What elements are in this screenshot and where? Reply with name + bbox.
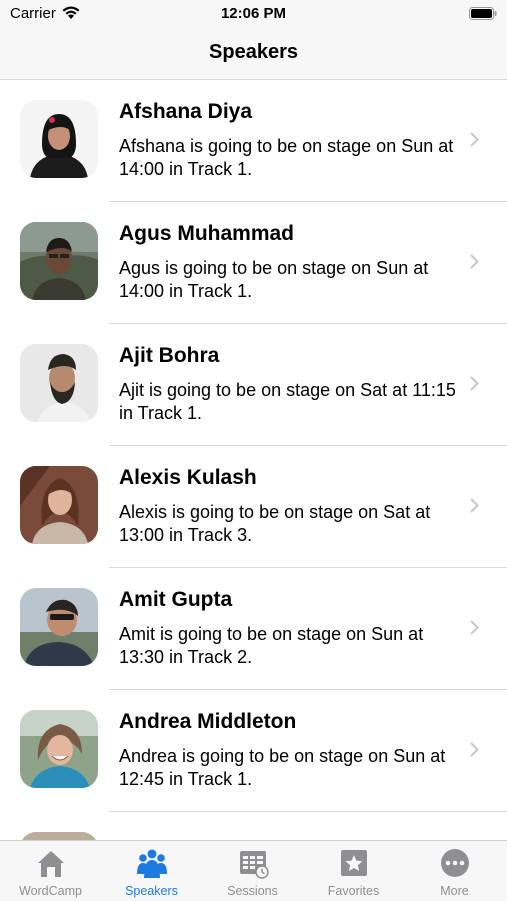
chevron-right-icon bbox=[470, 132, 479, 147]
speaker-avatar bbox=[20, 832, 98, 840]
speaker-name: Afshana Diya bbox=[119, 100, 253, 123]
speaker-row[interactable]: Andrea Middleton Andrea is going to be o… bbox=[0, 690, 507, 812]
status-bar: Carrier 12:06 PM bbox=[0, 0, 507, 28]
speaker-name: Amit Gupta bbox=[119, 588, 233, 611]
speaker-row[interactable]: Ajit Bohra Ajit is going to be on stage … bbox=[0, 324, 507, 446]
tab-label: WordCamp bbox=[19, 884, 82, 898]
tab-label: More bbox=[440, 884, 469, 898]
star-icon bbox=[341, 850, 367, 876]
chevron-right-icon bbox=[470, 254, 479, 269]
tab-wordcamp[interactable]: WordCamp bbox=[0, 841, 101, 901]
chevron-right-icon bbox=[470, 620, 479, 635]
tab-more[interactable]: More bbox=[404, 841, 505, 901]
speaker-detail: Andrea is going to be on stage on Sun at… bbox=[119, 746, 446, 789]
tab-label: Speakers bbox=[125, 884, 178, 898]
speaker-avatar bbox=[20, 100, 98, 178]
chevron-right-icon bbox=[470, 742, 479, 757]
speaker-avatar bbox=[20, 222, 98, 300]
people-icon bbox=[137, 849, 167, 878]
tab-speakers[interactable]: Speakers bbox=[101, 841, 202, 901]
speaker-row[interactable]: Amit Gupta Amit is going to be on stage … bbox=[0, 568, 507, 690]
speaker-name: Andrea Middleton bbox=[119, 710, 297, 733]
speaker-name: Agus Muhammad bbox=[119, 222, 295, 245]
speaker-detail: Alexis is going to be on stage on Sat at… bbox=[119, 502, 431, 545]
chevron-right-icon bbox=[470, 376, 479, 391]
speaker-detail: Ajit is going to be on stage on Sat at 1… bbox=[119, 380, 456, 423]
tab-favorites[interactable]: Favorites bbox=[303, 841, 404, 901]
tab-label: Favorites bbox=[327, 884, 380, 898]
page-title: Speakers bbox=[209, 41, 298, 63]
speaker-list[interactable]: Afshana Diya Afshana is going to be on s… bbox=[0, 80, 507, 840]
speaker-row[interactable]: Agus Muhammad Agus is going to be on sta… bbox=[0, 202, 507, 324]
tab-bar: WordCamp Speakers Sessions Favorites Mor… bbox=[0, 840, 507, 901]
chevron-right-icon bbox=[470, 498, 479, 513]
tab-sessions[interactable]: Sessions bbox=[202, 841, 303, 901]
speaker-avatar bbox=[20, 344, 98, 422]
speaker-detail: Afshana is going to be on stage on Sun a… bbox=[119, 136, 454, 179]
speaker-row[interactable] bbox=[0, 812, 507, 840]
navigation-bar: Speakers bbox=[0, 28, 507, 80]
speaker-avatar bbox=[20, 588, 98, 666]
speaker-avatar bbox=[20, 466, 98, 544]
speaker-avatar bbox=[20, 710, 98, 788]
speaker-row[interactable]: Alexis Kulash Alexis is going to be on s… bbox=[0, 446, 507, 568]
calendar-icon bbox=[240, 851, 269, 879]
speaker-name: Ajit Bohra bbox=[119, 344, 220, 367]
speaker-row[interactable]: Afshana Diya Afshana is going to be on s… bbox=[0, 80, 507, 202]
more-icon bbox=[441, 849, 469, 877]
battery-icon bbox=[469, 7, 497, 20]
home-icon bbox=[38, 851, 64, 877]
speaker-name: Alexis Kulash bbox=[119, 466, 257, 489]
speaker-detail: Amit is going to be on stage on Sun at 1… bbox=[119, 624, 424, 667]
tab-label: Sessions bbox=[227, 884, 278, 898]
status-time: 12:06 PM bbox=[220, 5, 287, 22]
speaker-detail: Agus is going to be on stage on Sun at 1… bbox=[119, 258, 429, 301]
